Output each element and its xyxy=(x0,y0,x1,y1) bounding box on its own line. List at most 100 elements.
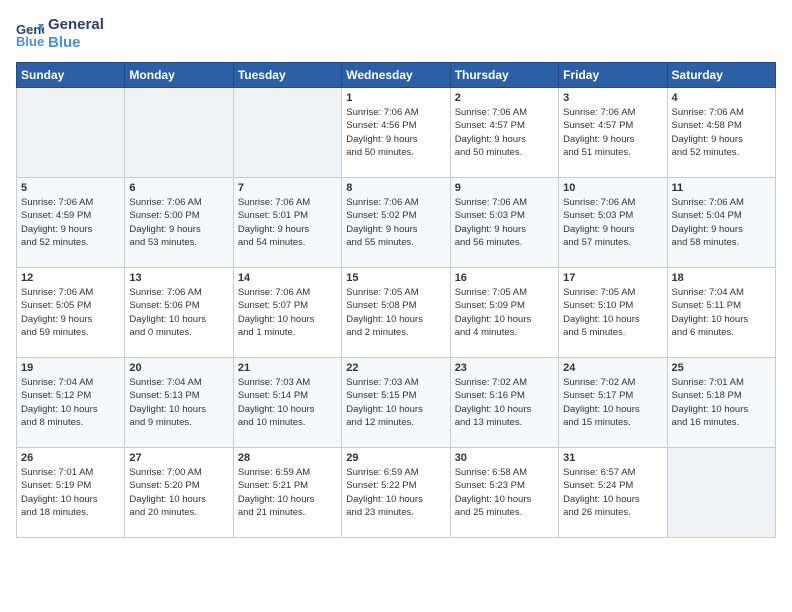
day-info: Sunrise: 7:06 AM Sunset: 5:00 PM Dayligh… xyxy=(129,196,228,249)
day-number: 20 xyxy=(129,362,228,374)
logo: General Blue General Blue xyxy=(16,16,104,52)
page-header: General Blue General Blue xyxy=(16,16,776,52)
day-info: Sunrise: 7:06 AM Sunset: 5:03 PM Dayligh… xyxy=(563,196,662,249)
calendar-cell: 22 Sunrise: 7:03 AM Sunset: 5:15 PM Dayli… xyxy=(342,358,450,448)
day-info: Sunrise: 7:06 AM Sunset: 4:56 PM Dayligh… xyxy=(346,106,445,159)
day-number: 17 xyxy=(563,272,662,284)
day-info: Sunrise: 7:06 AM Sunset: 4:58 PM Dayligh… xyxy=(672,106,771,159)
day-number: 4 xyxy=(672,92,771,104)
calendar-cell: 6Sunrise: 7:06 AM Sunset: 5:00 PM Daylig… xyxy=(125,178,233,268)
day-info: Sunrise: 7:06 AM Sunset: 5:02 PM Dayligh… xyxy=(346,196,445,249)
calendar-cell: 8 Sunrise: 7:06 AM Sunset: 5:02 PM Daylig… xyxy=(342,178,450,268)
day-number: 14 xyxy=(238,272,337,284)
day-number: 22 xyxy=(346,362,445,374)
day-number: 31 xyxy=(563,452,662,464)
day-number: 19 xyxy=(21,362,120,374)
calendar-week-row: 19 Sunrise: 7:04 AM Sunset: 5:12 PM Dayli… xyxy=(17,358,776,448)
calendar-cell: 27 Sunrise: 7:00 AM Sunset: 5:20 PM Dayli… xyxy=(125,448,233,538)
calendar-cell: 26 Sunrise: 7:01 AM Sunset: 5:19 PM Dayli… xyxy=(17,448,125,538)
day-number: 25 xyxy=(672,362,771,374)
day-info: Sunrise: 7:00 AM Sunset: 5:20 PM Dayligh… xyxy=(129,466,228,519)
calendar-cell: 15 Sunrise: 7:05 AM Sunset: 5:08 PM Dayli… xyxy=(342,268,450,358)
calendar-week-row: 5 Sunrise: 7:06 AM Sunset: 4:59 PM Daylig… xyxy=(17,178,776,268)
day-info: Sunrise: 7:02 AM Sunset: 5:17 PM Dayligh… xyxy=(563,376,662,429)
day-info: Sunrise: 7:02 AM Sunset: 5:16 PM Dayligh… xyxy=(455,376,554,429)
calendar-cell: 20 Sunrise: 7:04 AM Sunset: 5:13 PM Dayli… xyxy=(125,358,233,448)
day-number: 16 xyxy=(455,272,554,284)
day-info: Sunrise: 7:06 AM Sunset: 5:01 PM Dayligh… xyxy=(238,196,337,249)
calendar-cell xyxy=(17,88,125,178)
day-info: Sunrise: 7:06 AM Sunset: 5:05 PM Dayligh… xyxy=(21,286,120,339)
calendar-cell: 14 Sunrise: 7:06 AM Sunset: 5:07 PM Dayli… xyxy=(233,268,341,358)
day-info: Sunrise: 7:06 AM Sunset: 5:07 PM Dayligh… xyxy=(238,286,337,339)
calendar-cell: 28Sunrise: 6:59 AM Sunset: 5:21 PM Dayli… xyxy=(233,448,341,538)
day-info: Sunrise: 7:01 AM Sunset: 5:19 PM Dayligh… xyxy=(21,466,120,519)
calendar-cell: 7 Sunrise: 7:06 AM Sunset: 5:01 PM Daylig… xyxy=(233,178,341,268)
day-number: 11 xyxy=(672,182,771,194)
day-number: 30 xyxy=(455,452,554,464)
day-number: 9 xyxy=(455,182,554,194)
day-number: 29 xyxy=(346,452,445,464)
day-number: 24 xyxy=(563,362,662,374)
day-info: Sunrise: 7:06 AM Sunset: 5:06 PM Dayligh… xyxy=(129,286,228,339)
logo-line2: Blue xyxy=(48,34,104,52)
calendar-week-row: 1 Sunrise: 7:06 AM Sunset: 4:56 PM Daylig… xyxy=(17,88,776,178)
day-number: 2 xyxy=(455,92,554,104)
calendar-cell: 30Sunrise: 6:58 AM Sunset: 5:23 PM Dayli… xyxy=(450,448,558,538)
day-number: 23 xyxy=(455,362,554,374)
weekday-header: Saturday xyxy=(667,63,775,88)
day-number: 8 xyxy=(346,182,445,194)
calendar-cell: 16 Sunrise: 7:05 AM Sunset: 5:09 PM Dayli… xyxy=(450,268,558,358)
svg-text:Blue: Blue xyxy=(16,34,44,48)
day-number: 18 xyxy=(672,272,771,284)
calendar-cell: 23 Sunrise: 7:02 AM Sunset: 5:16 PM Dayli… xyxy=(450,358,558,448)
day-info: Sunrise: 7:04 AM Sunset: 5:13 PM Dayligh… xyxy=(129,376,228,429)
day-number: 3 xyxy=(563,92,662,104)
calendar-cell: 1 Sunrise: 7:06 AM Sunset: 4:56 PM Daylig… xyxy=(342,88,450,178)
calendar-cell: 29 Sunrise: 6:59 AM Sunset: 5:22 PM Dayli… xyxy=(342,448,450,538)
day-number: 15 xyxy=(346,272,445,284)
day-info: Sunrise: 7:06 AM Sunset: 4:59 PM Dayligh… xyxy=(21,196,120,249)
calendar-cell: 5 Sunrise: 7:06 AM Sunset: 4:59 PM Daylig… xyxy=(17,178,125,268)
day-info: Sunrise: 6:59 AM Sunset: 5:22 PM Dayligh… xyxy=(346,466,445,519)
calendar-cell: 3Sunrise: 7:06 AM Sunset: 4:57 PM Daylig… xyxy=(559,88,667,178)
calendar-cell: 9Sunrise: 7:06 AM Sunset: 5:03 PM Daylig… xyxy=(450,178,558,268)
day-info: Sunrise: 7:05 AM Sunset: 5:10 PM Dayligh… xyxy=(563,286,662,339)
weekday-header: Monday xyxy=(125,63,233,88)
day-number: 1 xyxy=(346,92,445,104)
calendar-cell: 24 Sunrise: 7:02 AM Sunset: 5:17 PM Dayli… xyxy=(559,358,667,448)
day-info: Sunrise: 7:04 AM Sunset: 5:12 PM Dayligh… xyxy=(21,376,120,429)
day-info: Sunrise: 7:05 AM Sunset: 5:09 PM Dayligh… xyxy=(455,286,554,339)
calendar-cell xyxy=(125,88,233,178)
day-number: 26 xyxy=(21,452,120,464)
calendar-cell: 31 Sunrise: 6:57 AM Sunset: 5:24 PM Dayli… xyxy=(559,448,667,538)
day-info: Sunrise: 7:03 AM Sunset: 5:15 PM Dayligh… xyxy=(346,376,445,429)
calendar: SundayMondayTuesdayWednesdayThursdayFrid… xyxy=(16,62,776,538)
day-number: 27 xyxy=(129,452,228,464)
calendar-cell: 19 Sunrise: 7:04 AM Sunset: 5:12 PM Dayli… xyxy=(17,358,125,448)
calendar-cell: 2 Sunrise: 7:06 AM Sunset: 4:57 PM Daylig… xyxy=(450,88,558,178)
calendar-cell: 18 Sunrise: 7:04 AM Sunset: 5:11 PM Dayli… xyxy=(667,268,775,358)
day-info: Sunrise: 6:57 AM Sunset: 5:24 PM Dayligh… xyxy=(563,466,662,519)
calendar-cell: 25 Sunrise: 7:01 AM Sunset: 5:18 PM Dayli… xyxy=(667,358,775,448)
logo-line1: General xyxy=(48,16,104,34)
calendar-week-row: 26 Sunrise: 7:01 AM Sunset: 5:19 PM Dayli… xyxy=(17,448,776,538)
day-number: 5 xyxy=(21,182,120,194)
calendar-cell: 12Sunrise: 7:06 AM Sunset: 5:05 PM Dayli… xyxy=(17,268,125,358)
day-info: Sunrise: 6:59 AM Sunset: 5:21 PM Dayligh… xyxy=(238,466,337,519)
calendar-cell: 13 Sunrise: 7:06 AM Sunset: 5:06 PM Dayli… xyxy=(125,268,233,358)
day-info: Sunrise: 7:04 AM Sunset: 5:11 PM Dayligh… xyxy=(672,286,771,339)
day-number: 21 xyxy=(238,362,337,374)
calendar-cell xyxy=(667,448,775,538)
day-info: Sunrise: 7:05 AM Sunset: 5:08 PM Dayligh… xyxy=(346,286,445,339)
calendar-cell: 17 Sunrise: 7:05 AM Sunset: 5:10 PM Dayli… xyxy=(559,268,667,358)
weekday-header: Sunday xyxy=(17,63,125,88)
day-number: 13 xyxy=(129,272,228,284)
calendar-week-row: 12Sunrise: 7:06 AM Sunset: 5:05 PM Dayli… xyxy=(17,268,776,358)
day-info: Sunrise: 7:06 AM Sunset: 4:57 PM Dayligh… xyxy=(455,106,554,159)
day-info: Sunrise: 7:06 AM Sunset: 5:04 PM Dayligh… xyxy=(672,196,771,249)
day-number: 7 xyxy=(238,182,337,194)
calendar-cell: 10Sunrise: 7:06 AM Sunset: 5:03 PM Dayli… xyxy=(559,178,667,268)
weekday-header: Thursday xyxy=(450,63,558,88)
day-info: Sunrise: 7:01 AM Sunset: 5:18 PM Dayligh… xyxy=(672,376,771,429)
